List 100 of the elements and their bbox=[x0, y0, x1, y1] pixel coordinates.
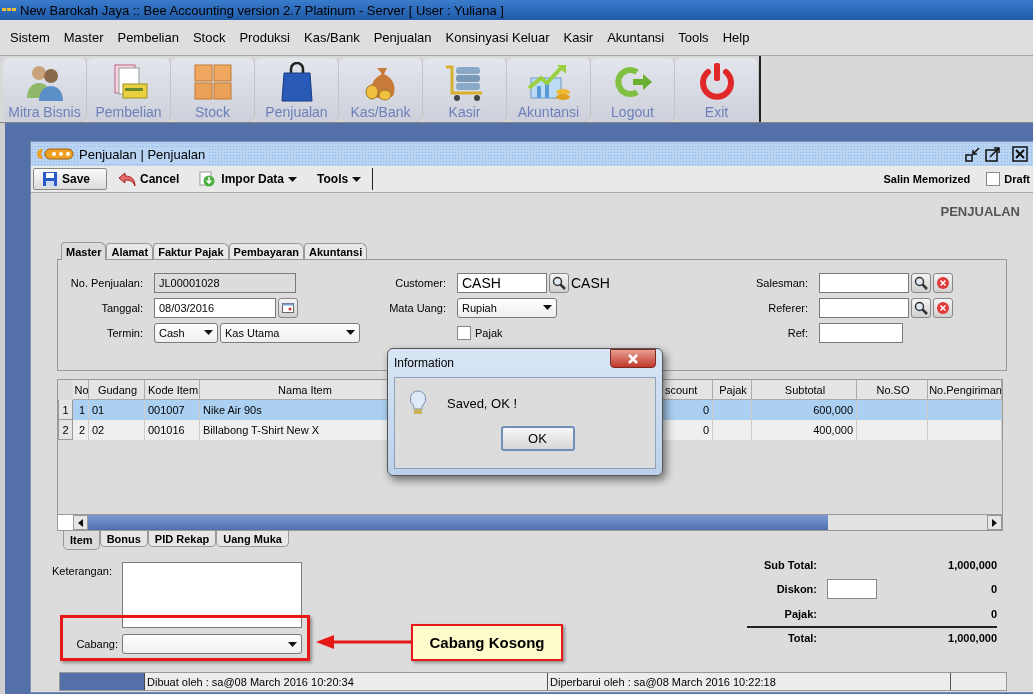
discount-field[interactable] bbox=[827, 579, 877, 599]
menu-item[interactable]: Produksi bbox=[232, 30, 297, 45]
tab[interactable]: PID Rekap bbox=[147, 531, 217, 547]
field-label: Termin: bbox=[105, 326, 143, 339]
menu-item[interactable]: Pembelian bbox=[110, 30, 186, 45]
dropdown-arrow-icon[interactable] bbox=[288, 176, 298, 182]
table-cell bbox=[713, 420, 752, 440]
menu-item[interactable]: Help bbox=[715, 30, 757, 45]
close-icon bbox=[627, 353, 639, 364]
clear-button[interactable] bbox=[933, 272, 953, 293]
total-value: 0 bbox=[989, 608, 997, 620]
ok-button[interactable]: OK bbox=[500, 426, 575, 451]
menu-item[interactable]: Kasir bbox=[556, 30, 601, 45]
search-button[interactable] bbox=[911, 272, 931, 293]
undo-arrow-icon bbox=[118, 171, 136, 187]
dropdown-arrow-icon[interactable] bbox=[346, 330, 355, 335]
column-header[interactable]: No.SO bbox=[857, 380, 928, 400]
menu-item[interactable]: Tools bbox=[671, 30, 716, 45]
column-header[interactable]: Kode Item bbox=[145, 380, 200, 400]
date-field[interactable]: 08/03/2016 bbox=[154, 297, 276, 318]
column-header[interactable]: Pajak bbox=[713, 380, 752, 400]
tab[interactable]: Item bbox=[63, 531, 100, 550]
tab[interactable]: Akuntansi bbox=[304, 243, 368, 259]
column-header[interactable]: No.Pengiriman bbox=[928, 380, 1002, 400]
search-button[interactable] bbox=[911, 297, 931, 318]
document-title: Penjualan | Penjualan bbox=[79, 146, 210, 162]
field-label: Mata Uang: bbox=[388, 301, 446, 314]
column-header[interactable]: Gudang bbox=[89, 380, 145, 400]
scrollbar-corner bbox=[58, 515, 73, 530]
table-cell bbox=[857, 420, 928, 440]
table-cell: 001007 bbox=[145, 400, 200, 420]
tab[interactable]: Uang Muka bbox=[216, 531, 289, 547]
column-header[interactable]: No bbox=[73, 380, 89, 400]
tab[interactable]: Bonus bbox=[99, 531, 148, 547]
calendar-button[interactable] bbox=[278, 297, 298, 318]
tax-checkbox[interactable] bbox=[457, 325, 471, 340]
maximize-icon[interactable] bbox=[985, 146, 1001, 162]
table-cell: 400,000 bbox=[752, 420, 857, 440]
clear-button[interactable] bbox=[933, 297, 953, 318]
lookup-field[interactable] bbox=[819, 297, 909, 318]
customer-name: CASH bbox=[571, 274, 610, 291]
search-icon bbox=[914, 275, 928, 290]
cancel-button[interactable]: Cancel bbox=[109, 168, 189, 190]
total-label: Sub Total: bbox=[763, 559, 817, 571]
menu-item[interactable]: Konsinyasi Keluar bbox=[438, 30, 557, 45]
notes-field[interactable] bbox=[122, 562, 302, 628]
menu-item[interactable]: Sistem bbox=[3, 30, 57, 45]
tab[interactable]: Faktur Pajak bbox=[153, 243, 229, 259]
customer-field[interactable]: CASH bbox=[457, 272, 547, 293]
import-button[interactable]: Impor Data bbox=[190, 168, 307, 190]
dialog-close-button[interactable] bbox=[610, 349, 656, 368]
field-label: Customer: bbox=[394, 276, 446, 289]
dropdown-arrow-icon[interactable] bbox=[352, 176, 362, 182]
total-value: 1,000,000 bbox=[947, 632, 997, 644]
account-dropdown[interactable]: Kas Utama bbox=[220, 322, 360, 343]
row-header: 1 bbox=[58, 400, 73, 420]
tools-menu-button[interactable]: Tools bbox=[308, 168, 371, 190]
currency-dropdown[interactable]: Rupiah bbox=[457, 297, 557, 318]
table-cell: 1 bbox=[73, 400, 89, 420]
dropdown-arrow-icon[interactable] bbox=[204, 330, 213, 335]
form-heading: PENJUALAN bbox=[940, 203, 1020, 219]
tab[interactable]: Pembayaran bbox=[228, 243, 304, 259]
total-label: Diskon: bbox=[775, 583, 817, 595]
total-label: Pajak: bbox=[783, 608, 817, 620]
menu-item[interactable]: Akuntansi bbox=[600, 30, 672, 45]
dialog-title: Information bbox=[394, 356, 455, 370]
menu-item[interactable]: Master bbox=[56, 30, 111, 45]
column-header[interactable]: Subtotal bbox=[752, 380, 857, 400]
sales-number-field[interactable]: JL00001028 bbox=[154, 272, 296, 293]
table-cell: 2 bbox=[73, 420, 89, 440]
dialog-message: Saved, OK ! bbox=[447, 395, 518, 411]
dropdown-arrow-icon[interactable] bbox=[288, 641, 297, 647]
draft-checkbox[interactable] bbox=[986, 172, 1001, 186]
ref-field[interactable] bbox=[819, 322, 903, 343]
save-button[interactable]: Save bbox=[33, 168, 107, 190]
salin-memorized-link[interactable]: Salin Memorized bbox=[883, 173, 971, 185]
app-logo-icon bbox=[2, 7, 16, 13]
window-title: New Barokah Jaya :: Bee Accounting version 2.7 Platinum - Server [ User : Yuliana ] bbox=[20, 2, 504, 18]
menu-item[interactable]: Penjualan bbox=[366, 30, 439, 45]
term-dropdown[interactable]: Cash bbox=[154, 322, 218, 343]
branch-dropdown[interactable] bbox=[122, 634, 302, 654]
restore-icon[interactable] bbox=[965, 146, 981, 162]
table-cell: 0 bbox=[663, 400, 713, 420]
table-cell bbox=[857, 400, 928, 420]
tab[interactable]: Master bbox=[61, 242, 107, 260]
dropdown-arrow-icon[interactable] bbox=[543, 305, 552, 310]
menu-item[interactable]: Stock bbox=[185, 30, 233, 45]
light-bulb-icon bbox=[409, 390, 427, 416]
total-label: Total: bbox=[786, 632, 817, 644]
tab[interactable]: Alamat bbox=[106, 243, 154, 259]
chart-icon bbox=[526, 62, 571, 102]
close-icon[interactable] bbox=[1011, 146, 1029, 162]
field-label: Ref: bbox=[786, 326, 808, 339]
menu-item[interactable]: Kas/Bank bbox=[297, 30, 367, 45]
column-header[interactable]: scount bbox=[663, 380, 713, 400]
search-button[interactable] bbox=[549, 272, 569, 293]
lookup-field[interactable] bbox=[819, 272, 909, 293]
field-label: Salesman: bbox=[755, 276, 808, 289]
field-label: Tanggal: bbox=[100, 301, 143, 314]
horizontal-scrollbar[interactable] bbox=[58, 514, 1002, 530]
